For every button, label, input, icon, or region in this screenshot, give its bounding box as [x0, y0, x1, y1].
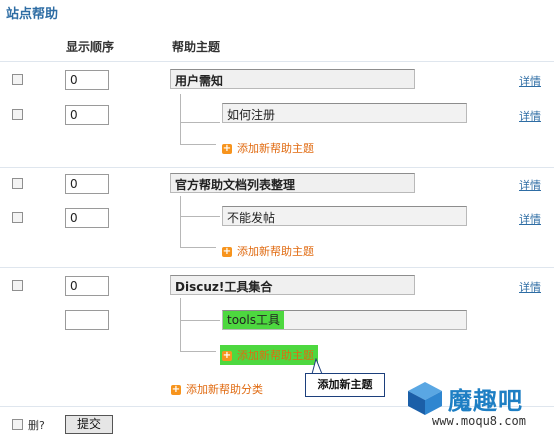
topic-input[interactable]: 不能发帖 — [222, 206, 467, 226]
detail-link[interactable]: 详情 — [519, 279, 541, 295]
tree-line — [180, 196, 181, 247]
row-checkbox[interactable] — [12, 178, 23, 189]
add-topic-link[interactable]: + 添加新帮助主题 — [222, 243, 314, 259]
tree-line — [180, 94, 181, 144]
divider — [0, 167, 554, 168]
add-topic-link[interactable]: + 添加新帮助主题 — [222, 140, 314, 156]
detail-link[interactable]: 详情 — [519, 211, 541, 227]
order-input[interactable]: 0 — [65, 105, 109, 125]
delete-label: 删? — [28, 419, 45, 432]
order-input[interactable]: 0 — [65, 276, 109, 296]
tree-line — [180, 122, 220, 123]
order-input[interactable]: 0 — [65, 70, 109, 90]
detail-link[interactable]: 详情 — [519, 177, 541, 193]
plus-icon: + — [222, 350, 232, 361]
cube-logo-icon — [408, 382, 442, 415]
watermark-brand: 魔趣吧 — [448, 387, 523, 415]
row-checkbox[interactable] — [12, 109, 23, 120]
row-checkbox[interactable] — [12, 212, 23, 223]
delete-checkbox[interactable] — [12, 419, 23, 430]
tree-line — [180, 298, 181, 351]
topic-input[interactable]: 官方帮助文档列表整理 — [170, 173, 415, 193]
tree-line — [180, 351, 216, 352]
header-topic: 帮助主题 — [172, 40, 221, 54]
divider — [0, 267, 554, 268]
topic-input[interactable]: Discuz!工具集合 — [170, 275, 415, 295]
plus-icon: + — [222, 246, 232, 257]
page-title: 站点帮助 — [6, 7, 59, 22]
detail-link[interactable]: 详情 — [519, 108, 541, 124]
watermark-url: www.moqu8.com — [432, 414, 526, 428]
topic-input[interactable]: 如何注册 — [222, 103, 467, 123]
order-input[interactable] — [65, 310, 109, 330]
plus-icon: + — [222, 143, 232, 154]
detail-link[interactable]: 详情 — [519, 73, 541, 89]
tree-line — [180, 247, 216, 248]
divider — [0, 61, 554, 62]
row-checkbox[interactable] — [12, 74, 23, 85]
header-order: 显示顺序 — [66, 40, 115, 54]
tree-line — [180, 320, 220, 321]
tree-line — [180, 144, 216, 145]
plus-icon: + — [171, 384, 181, 395]
order-input[interactable]: 0 — [65, 208, 109, 228]
topic-input-new[interactable]: tools工具 — [222, 310, 467, 330]
order-input[interactable]: 0 — [65, 174, 109, 194]
topic-input[interactable]: 用户需知 — [170, 69, 415, 89]
callout-label: 添加新主题 — [305, 373, 385, 397]
row-checkbox[interactable] — [12, 280, 23, 291]
add-category-link[interactable]: + 添加新帮助分类 — [171, 381, 263, 397]
tree-line — [180, 216, 220, 217]
submit-button[interactable]: 提交 — [65, 415, 113, 434]
